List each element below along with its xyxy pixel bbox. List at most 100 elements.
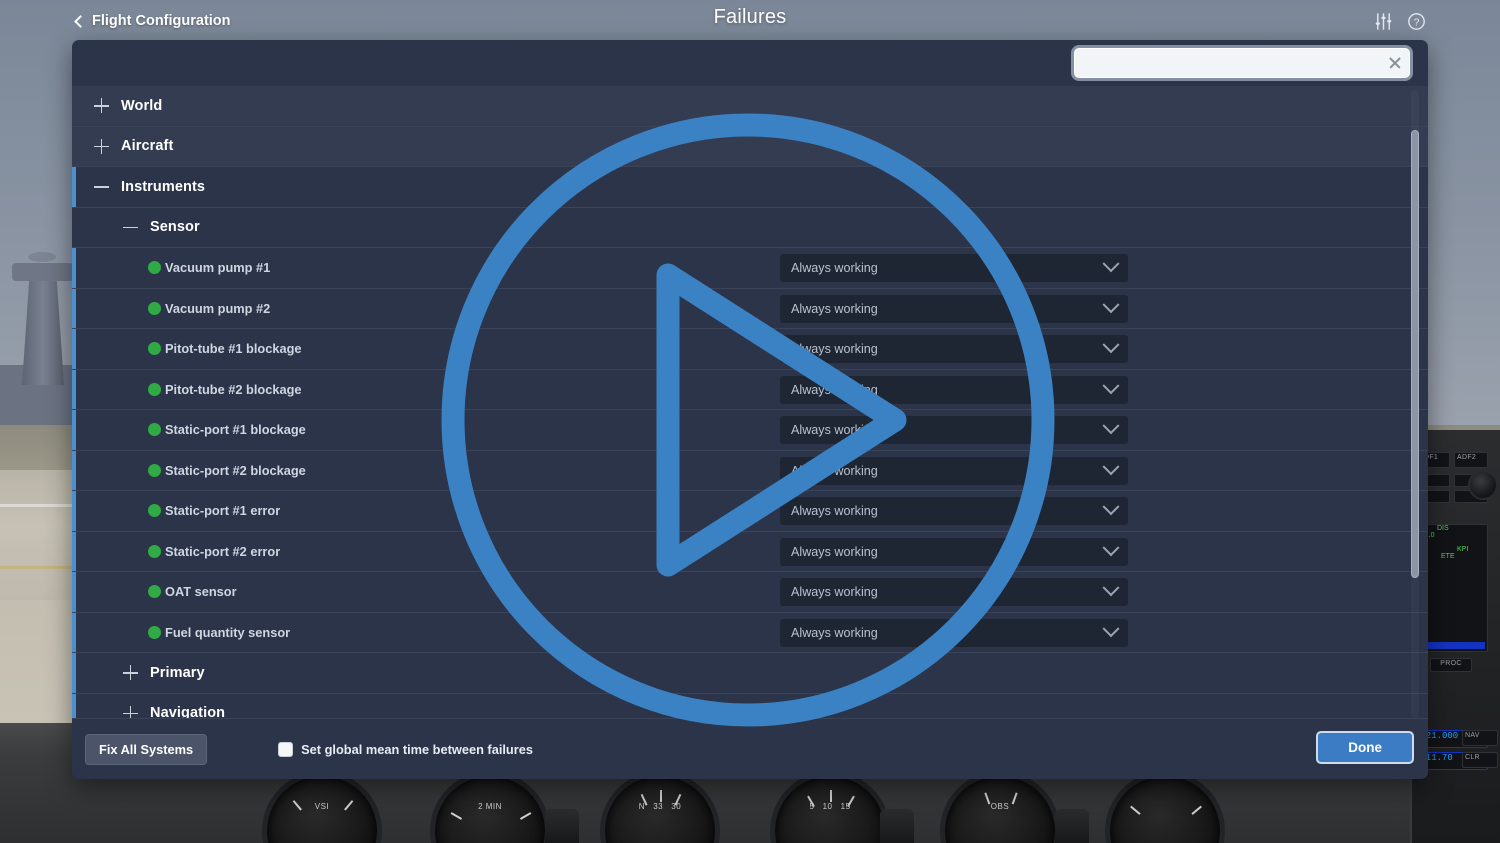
active-group-accent-bar <box>72 572 76 612</box>
control-tower-cab <box>12 263 74 281</box>
active-group-accent-bar <box>72 612 76 652</box>
expand-plus-icon[interactable] <box>94 98 109 114</box>
failure-item-row[interactable]: Pitot-tube #1 blockage Always working <box>72 329 1428 370</box>
close-x-icon[interactable] <box>1381 49 1409 77</box>
chevron-down-icon <box>1102 457 1120 475</box>
chevron-down-icon <box>1102 498 1120 516</box>
status-ok-dot-icon <box>148 544 161 558</box>
expand-plus-icon[interactable] <box>123 705 138 718</box>
tree-group-world[interactable]: World <box>72 86 1428 127</box>
tree-group-sensor[interactable]: Sensor <box>72 207 1428 248</box>
failure-item-label: Static-port #1 blockage <box>165 422 306 438</box>
failure-item-row[interactable]: OAT sensor Always working <box>72 572 1428 613</box>
status-ok-dot-icon <box>148 463 161 477</box>
tree-group-label: World <box>121 97 163 114</box>
control-tower-antenna <box>28 252 56 262</box>
set-global-mtbf-checkbox[interactable] <box>278 741 294 757</box>
failure-mode-dropdown[interactable]: Always working <box>780 537 1128 566</box>
failure-item-row[interactable]: Static-port #2 error Always working <box>72 531 1428 572</box>
active-group-accent-bar <box>72 248 76 288</box>
failure-mode-dropdown[interactable]: Always working <box>780 578 1128 606</box>
active-group-accent-bar <box>72 288 76 328</box>
dialog-footer: Fix All Systems Set global mean time bet… <box>72 718 1428 779</box>
failure-item-label: Vacuum pump #1 <box>165 260 271 276</box>
failure-item-row[interactable]: Static-port #1 blockage Always working <box>72 410 1428 451</box>
expand-plus-icon[interactable] <box>123 665 138 681</box>
status-ok-dot-icon <box>148 382 161 396</box>
failure-mode-dropdown[interactable]: Always working <box>780 254 1128 282</box>
fix-all-systems-button[interactable]: Fix All Systems <box>85 733 208 765</box>
failure-mode-value: Always working <box>791 382 878 397</box>
expand-plus-icon[interactable] <box>94 138 109 154</box>
search-input[interactable] <box>1075 55 1381 71</box>
top-bar: Flight Configuration Failures ? <box>0 0 1500 44</box>
chevron-down-icon <box>1102 295 1120 313</box>
search-row <box>72 40 1428 86</box>
failure-item-row[interactable]: Vacuum pump #1 Always working <box>72 248 1428 289</box>
chevron-down-icon <box>1102 619 1120 637</box>
tree-group-primary[interactable]: Primary <box>72 653 1428 694</box>
failure-mode-dropdown[interactable]: Always working <box>780 416 1128 444</box>
status-ok-dot-icon <box>148 342 161 356</box>
failure-item-label: Static-port #2 error <box>165 543 281 559</box>
failure-mode-dropdown[interactable]: Always working <box>780 497 1128 525</box>
failure-item-row[interactable]: Fuel quantity sensor Always working <box>72 612 1428 653</box>
tree-group-label: Primary <box>150 664 205 681</box>
active-group-accent-bar <box>72 653 76 693</box>
failure-item-row[interactable]: Static-port #2 blockage Always working <box>72 450 1428 491</box>
failure-mode-value: Always working <box>791 544 878 559</box>
failure-item-label: Static-port #2 blockage <box>165 462 306 478</box>
chevron-down-icon <box>1102 579 1120 597</box>
collapse-minus-icon[interactable] <box>123 220 138 235</box>
status-ok-dot-icon <box>148 423 161 437</box>
failures-tree-viewport: World Aircraft Instruments Sensor Vacuum pum… <box>72 86 1428 718</box>
failure-item-label: OAT sensor <box>165 584 237 600</box>
active-group-accent-bar <box>72 450 76 490</box>
active-group-accent-bar <box>72 531 76 571</box>
page-title: Failures <box>713 6 787 28</box>
failure-item-label: Pitot-tube #2 blockage <box>165 381 302 397</box>
tree-group-label: Instruments <box>121 178 206 195</box>
failures-dialog: World Aircraft Instruments Sensor Vacuum pum… <box>72 40 1428 779</box>
tree-group-instruments[interactable]: Instruments <box>72 167 1428 208</box>
failure-item-label: Vacuum pump #2 <box>165 300 271 316</box>
status-ok-dot-icon <box>148 261 161 275</box>
failure-mode-value: Always working <box>791 261 878 275</box>
tree-scrollbar-thumb[interactable] <box>1411 130 1419 578</box>
chevron-down-icon <box>1102 255 1120 273</box>
status-ok-dot-icon <box>148 301 161 315</box>
failure-item-label: Static-port #1 error <box>165 503 281 519</box>
failure-mode-value: Always working <box>791 463 878 478</box>
failure-item-row[interactable]: Static-port #1 error Always working <box>72 491 1428 532</box>
status-ok-dot-icon <box>148 625 161 639</box>
failures-tree: World Aircraft Instruments Sensor Vacuum pum… <box>72 86 1428 718</box>
failure-item-row[interactable]: Pitot-tube #2 blockage Always working <box>72 369 1428 410</box>
sliders-settings-icon[interactable] <box>1374 12 1393 31</box>
tree-group-navigation[interactable]: Navigation <box>72 693 1428 718</box>
active-group-accent-bar <box>72 410 76 450</box>
tree-scrollbar[interactable] <box>1411 90 1419 718</box>
set-global-mtbf-checkbox-row[interactable]: Set global mean time between failures <box>278 741 533 757</box>
chevron-down-icon <box>1102 376 1120 394</box>
failure-item-label: Pitot-tube #1 blockage <box>165 341 302 357</box>
failure-mode-value: Always working <box>791 342 878 356</box>
tree-group-aircraft[interactable]: Aircraft <box>72 126 1428 167</box>
chevron-down-icon <box>1102 417 1120 435</box>
tree-group-label: Sensor <box>150 219 200 236</box>
collapse-minus-icon[interactable] <box>94 179 109 194</box>
svg-text:?: ? <box>1414 17 1420 28</box>
failure-mode-dropdown[interactable]: Always working <box>780 618 1128 647</box>
failure-mode-dropdown[interactable]: Always working <box>780 335 1128 363</box>
failure-mode-dropdown[interactable]: Always working <box>780 294 1128 323</box>
status-ok-dot-icon <box>148 585 161 599</box>
done-button[interactable]: Done <box>1316 731 1414 764</box>
search-field-wrapper[interactable] <box>1074 48 1410 78</box>
tree-group-label: Aircraft <box>121 138 174 155</box>
active-group-accent-bar <box>72 329 76 369</box>
failure-mode-dropdown[interactable]: Always working <box>780 456 1128 485</box>
tree-group-label: Navigation <box>150 705 226 718</box>
failure-mode-dropdown[interactable]: Always working <box>780 375 1128 404</box>
active-group-accent-bar <box>72 369 76 409</box>
failure-item-row[interactable]: Vacuum pump #2 Always working <box>72 288 1428 329</box>
help-circle-icon[interactable]: ? <box>1407 12 1426 31</box>
